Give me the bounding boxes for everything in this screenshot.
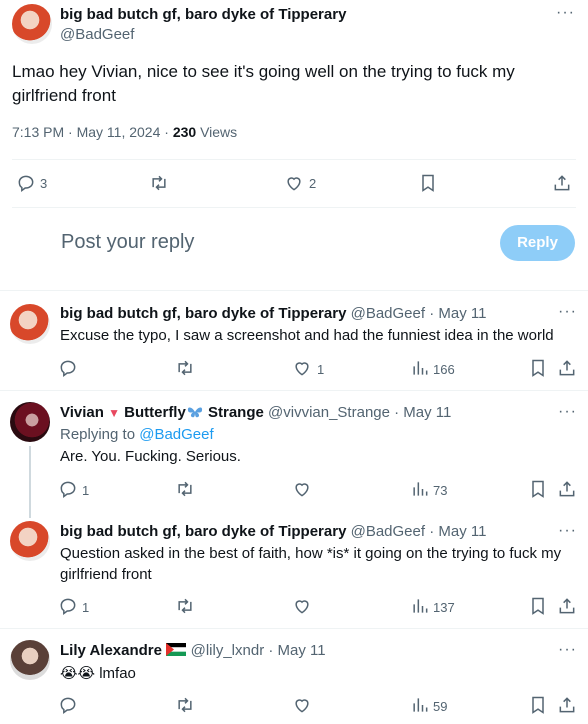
divider <box>0 290 588 291</box>
reply-header: Lily Alexandre @lily_lxndr · May 11 <box>60 642 326 660</box>
reply-input[interactable]: Post your reply <box>61 231 194 254</box>
author-avatar[interactable] <box>12 4 52 44</box>
share-icon[interactable] <box>557 479 577 499</box>
bookmark-icon[interactable] <box>528 479 548 499</box>
reply-header: Vivian ▼ Butterfly Strange @vivvian_Stra… <box>60 404 451 422</box>
reply-button[interactable]: Reply <box>500 225 575 261</box>
author-name[interactable]: Lily Alexandre <box>60 642 162 659</box>
bookmark-icon[interactable] <box>528 596 548 616</box>
author-meta[interactable]: @lily_lxndr · May 11 <box>186 642 326 659</box>
author-meta[interactable]: @BadGeef · May 11 <box>346 523 487 540</box>
retweet-icon[interactable] <box>175 596 195 616</box>
bookmark-icon[interactable] <box>528 358 548 378</box>
like-count: 2 <box>309 176 317 191</box>
author-name-part[interactable]: Vivian <box>60 404 108 421</box>
author-name[interactable]: big bad butch gf, baro dyke of Tipperary <box>60 523 346 540</box>
replying-prefix: Replying to <box>60 426 140 443</box>
replying-to: Replying to @BadGeef <box>60 426 214 443</box>
reply-header: big bad butch gf, baro dyke of Tipperary… <box>60 305 486 323</box>
divider <box>12 207 576 208</box>
tweet-meta: 7:13 PM · May 11, 2024 · 230 Views <box>12 124 237 140</box>
share-icon[interactable] <box>552 173 572 193</box>
like-icon[interactable] <box>292 596 312 616</box>
reply-text: Are. You. Fucking. Serious. <box>60 448 241 465</box>
views-icon[interactable] <box>410 479 430 499</box>
share-icon[interactable] <box>557 695 577 715</box>
author-meta[interactable]: @BadGeef · May 11 <box>346 305 487 322</box>
retweet-icon[interactable] <box>175 358 195 378</box>
views-count: 137 <box>433 600 455 615</box>
author-name[interactable]: big bad butch gf, baro dyke of Tipperary <box>60 305 346 322</box>
divider <box>12 159 576 160</box>
avatar[interactable] <box>10 402 50 442</box>
views-label: Views <box>196 124 238 140</box>
author-name-part[interactable]: Strange <box>204 404 264 421</box>
reply-header: big bad butch gf, baro dyke of Tipperary… <box>60 523 486 541</box>
more-icon[interactable]: ··· <box>558 641 577 659</box>
retweet-icon[interactable] <box>175 479 195 499</box>
like-icon[interactable] <box>292 479 312 499</box>
author-handle[interactable]: @BadGeef <box>60 26 134 43</box>
reply-text: Excuse the typo, I saw a screenshot and … <box>60 327 554 344</box>
reply-icon[interactable] <box>16 173 36 193</box>
thread-line <box>29 446 31 518</box>
author-name-part[interactable]: Butterfly <box>120 404 186 421</box>
butterfly-emoji-icon <box>186 404 204 421</box>
bookmark-icon[interactable] <box>418 173 438 193</box>
avatar[interactable] <box>10 640 50 680</box>
timestamp[interactable]: 7:13 PM · May 11, 2024 · <box>12 124 173 140</box>
bookmark-icon[interactable] <box>528 695 548 715</box>
palestine-flag-icon <box>166 642 187 659</box>
views-count: 59 <box>433 699 448 714</box>
reply-icon[interactable] <box>58 479 78 499</box>
tweet-text: Lmao hey Vivian, nice to see it's going … <box>12 62 515 105</box>
like-icon[interactable] <box>292 358 312 378</box>
reply-count: 3 <box>40 176 48 191</box>
views-count: 230 <box>172 124 197 140</box>
views-count: 73 <box>433 483 448 498</box>
more-icon[interactable]: ··· <box>558 403 577 421</box>
like-icon[interactable] <box>284 173 304 193</box>
divider <box>0 390 588 391</box>
divider <box>0 628 588 629</box>
more-icon[interactable]: ··· <box>558 522 577 540</box>
views-icon[interactable] <box>410 695 430 715</box>
author-name[interactable]: big bad butch gf, baro dyke of Tipperary <box>60 6 346 23</box>
more-icon[interactable]: ··· <box>558 303 577 321</box>
reply-icon[interactable] <box>58 358 78 378</box>
like-icon[interactable] <box>292 695 312 715</box>
more-icon[interactable]: ··· <box>556 4 575 22</box>
share-icon[interactable] <box>557 596 577 616</box>
retweet-icon[interactable] <box>175 695 195 715</box>
reply-icon[interactable] <box>58 695 78 715</box>
avatar[interactable] <box>10 521 50 561</box>
avatar[interactable] <box>10 304 50 344</box>
views-icon[interactable] <box>410 358 430 378</box>
views-icon[interactable] <box>410 596 430 616</box>
reply-text: 😭😭 lmfao <box>60 665 136 682</box>
retweet-icon[interactable] <box>149 173 169 193</box>
share-icon[interactable] <box>557 358 577 378</box>
reply-count: 1 <box>82 483 90 498</box>
author-meta[interactable]: @vivvian_Strange · May 11 <box>264 404 451 421</box>
reply-count: 1 <box>82 600 90 615</box>
reply-text: Question asked in the best of faith, how… <box>60 545 562 583</box>
views-count: 166 <box>433 362 455 377</box>
replying-to-link[interactable]: @BadGeef <box>139 426 213 443</box>
reply-icon[interactable] <box>58 596 78 616</box>
like-count: 1 <box>317 362 325 377</box>
heart-emoji-icon: ▼ <box>108 406 120 420</box>
